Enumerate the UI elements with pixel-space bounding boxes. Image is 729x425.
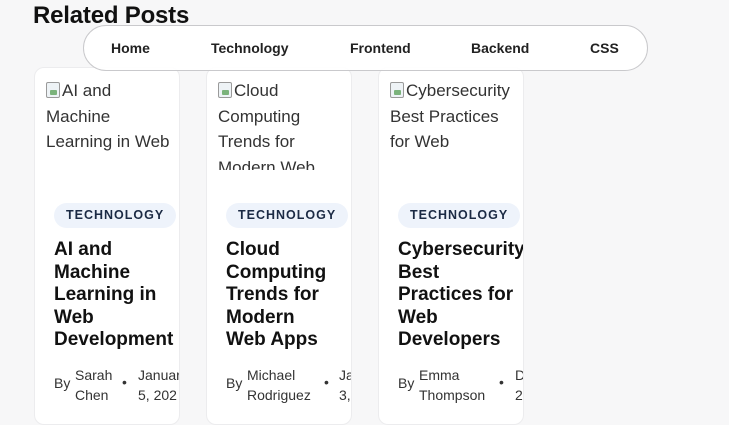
- meta-separator: •: [499, 374, 504, 390]
- post-thumbnail[interactable]: Cloud Computing Trends for Modern Web: [218, 78, 343, 170]
- by-label: By: [226, 375, 243, 391]
- nav-link-css[interactable]: CSS: [590, 40, 619, 56]
- post-author[interactable]: Michael Rodriguez: [247, 365, 322, 405]
- post-meta: By Emma Thompson • D 2: [398, 365, 523, 405]
- by-label: By: [398, 375, 415, 391]
- post-image-alt: Cybersecurity Best Practices for Web: [390, 81, 510, 151]
- nav-link-technology[interactable]: Technology: [211, 40, 289, 56]
- post-date: Januar 5, 202: [138, 367, 180, 403]
- nav-link-frontend[interactable]: Frontend: [350, 40, 411, 56]
- category-nav: Home Technology Frontend Backend CSS: [83, 25, 648, 71]
- meta-separator: •: [324, 374, 329, 390]
- post-meta: By Michael Rodriguez • Ja 3,: [226, 365, 351, 405]
- post-title[interactable]: Cybersecurity Best Practices for Web Dev…: [398, 239, 523, 352]
- post-image-alt: AI and Machine Learning in Web: [46, 81, 170, 151]
- post-card[interactable]: Cloud Computing Trends for Modern Web TE…: [206, 67, 352, 425]
- category-badge[interactable]: TECHNOLOGY: [54, 203, 177, 228]
- nav-link-home[interactable]: Home: [111, 40, 150, 56]
- nav-link-backend[interactable]: Backend: [471, 40, 529, 56]
- broken-image-icon: [46, 82, 60, 98]
- post-date: D 2: [515, 367, 523, 403]
- by-label: By: [54, 375, 71, 391]
- post-thumbnail[interactable]: AI and Machine Learning in Web: [46, 78, 171, 170]
- category-badge[interactable]: TECHNOLOGY: [398, 203, 521, 228]
- post-image-alt: Cloud Computing Trends for Modern Web: [218, 81, 316, 170]
- post-card[interactable]: AI and Machine Learning in Web TECHNOLOG…: [34, 67, 180, 425]
- post-author[interactable]: Sarah Chen: [75, 365, 137, 405]
- post-card[interactable]: Cybersecurity Best Practices for Web TEC…: [378, 67, 524, 425]
- post-title[interactable]: AI and Machine Learning in Web Developme…: [54, 239, 179, 352]
- post-meta: By Sarah Chen • Januar 5, 202: [54, 365, 180, 405]
- broken-image-icon: [390, 82, 404, 98]
- broken-image-icon: [218, 82, 232, 98]
- post-author[interactable]: Emma Thompson: [419, 365, 494, 405]
- category-badge[interactable]: TECHNOLOGY: [226, 203, 349, 228]
- post-title[interactable]: Cloud Computing Trends for Modern Web Ap…: [226, 239, 331, 352]
- post-date: Ja 3,: [339, 367, 351, 403]
- post-thumbnail[interactable]: Cybersecurity Best Practices for Web: [390, 78, 515, 170]
- meta-separator: •: [122, 374, 127, 390]
